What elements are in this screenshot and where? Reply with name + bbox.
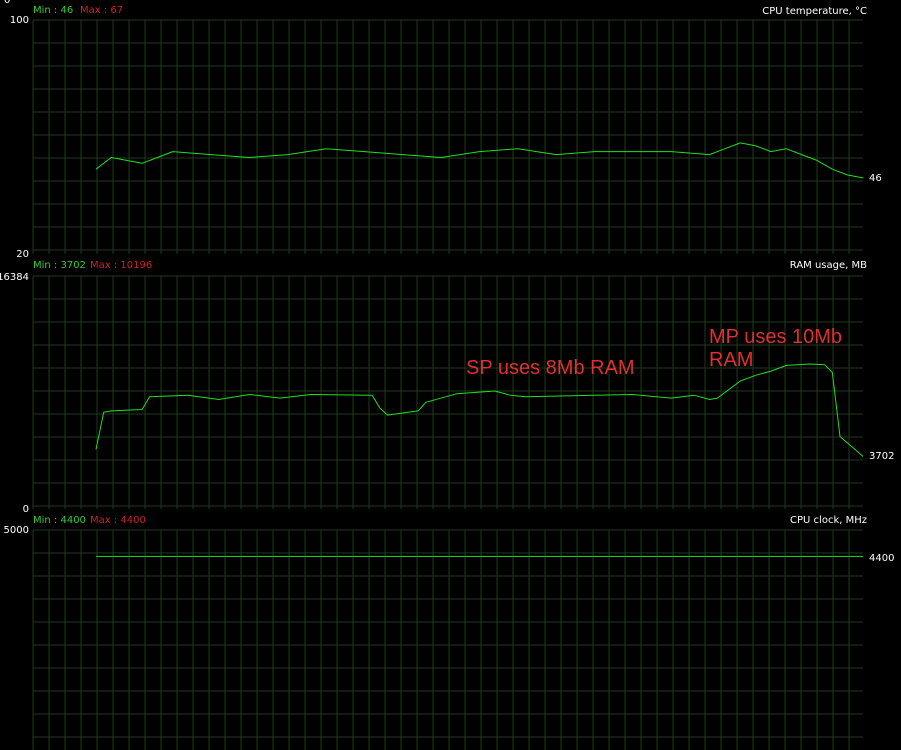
top-zero-label: 0 — [4, 0, 10, 6]
cpu-temperature-min-label: Min : 46 — [33, 5, 73, 16]
ram-usage-ymax-label: 16384 — [0, 272, 29, 283]
ram-usage-current-value: 3702 — [869, 451, 894, 462]
monitoring-graphs: 0 Min : 46 Max : 67 CPU temperature, °C … — [0, 0, 894, 750]
cpu-temperature-ymin-label: 20 — [16, 249, 29, 260]
cpu-temperature-current-value: 46 — [869, 173, 882, 184]
sp-annotation: SP uses 8Mb RAM — [466, 357, 635, 379]
ram-usage-grid — [32, 275, 863, 509]
cpu-clock-min-label: Min : 4400 — [33, 515, 86, 526]
cpu-temperature-panel: 0 Min : 46 Max : 67 CPU temperature, °C … — [4, 0, 882, 260]
cpu-temperature-line — [95, 142, 864, 179]
ram-usage-min-label: Min : 3702 — [33, 260, 86, 271]
ram-usage-ymin-label: 0 — [23, 504, 29, 515]
ram-usage-max-label: Max : 10196 — [90, 260, 152, 271]
ram-usage-title: RAM usage, MB — [790, 260, 867, 271]
cpu-temperature-ymax-label: 100 — [10, 15, 29, 26]
cpu-clock-title: CPU clock, MHz — [790, 515, 867, 526]
cpu-clock-ymax-label: 5000 — [4, 525, 29, 536]
cpu-clock-grid — [32, 529, 863, 750]
cpu-clock-panel: Min : 4400 Max : 4400 CPU clock, MHz 500… — [4, 515, 894, 750]
cpu-clock-max-label: Max : 4400 — [90, 515, 146, 526]
cpu-temperature-grid — [32, 19, 863, 254]
mp-annotation-line2: RAM — [709, 349, 753, 371]
cpu-temperature-title: CPU temperature, °C — [762, 6, 867, 17]
cpu-temperature-max-label: Max : 67 — [80, 5, 123, 16]
ram-usage-panel: Min : 3702 Max : 10196 RAM usage, MB 163… — [0, 260, 894, 515]
cpu-clock-current-value: 4400 — [869, 553, 894, 564]
mp-annotation-line1: MP uses 10Mb — [709, 326, 842, 348]
